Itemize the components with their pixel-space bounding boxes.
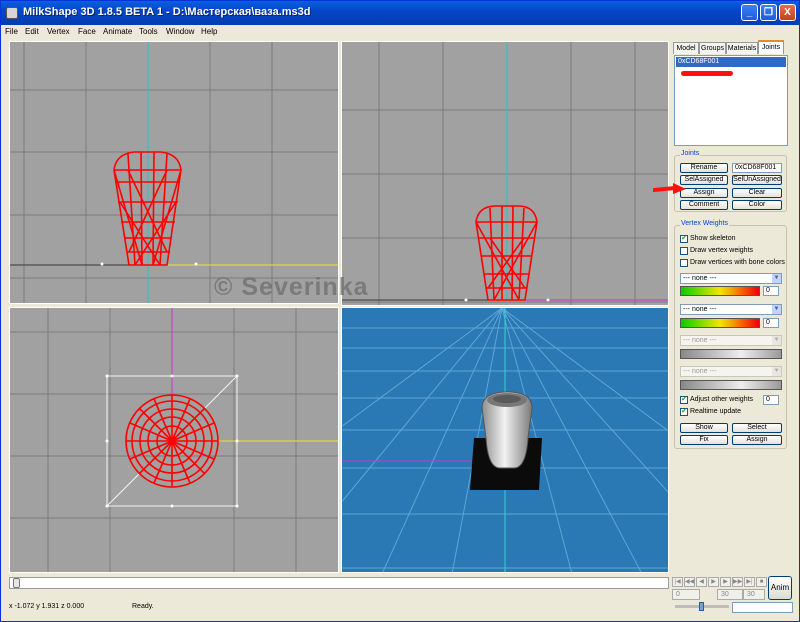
- anim-button[interactable]: Anim: [768, 576, 792, 600]
- draw-bone-colors-label: Draw vertices with bone colors: [690, 259, 785, 266]
- last-frame-icon[interactable]: ▶|: [744, 577, 755, 587]
- chevron-down-icon: ▼: [772, 336, 781, 345]
- first-frame-icon[interactable]: |◀: [672, 577, 683, 587]
- viewport-front[interactable]: [9, 41, 339, 304]
- rename-button[interactable]: Rename: [680, 163, 728, 173]
- viewport-3d[interactable]: [341, 307, 669, 573]
- menu-edit[interactable]: Edit: [25, 27, 39, 36]
- timeline-thumb[interactable]: [13, 578, 20, 588]
- menu-help[interactable]: Help: [201, 27, 217, 36]
- bone-select-3[interactable]: --- none --- ▼: [680, 335, 782, 346]
- adjust-other-weights-label: Adjust other weights: [690, 396, 754, 403]
- side-panel: Model Groups Materials Joints 0xCD68F001…: [671, 40, 791, 573]
- clear-button[interactable]: Clear: [732, 188, 782, 198]
- weight-slider-4: [680, 380, 782, 390]
- status-bar: x -1.072 y 1.931 z 0.000 Ready.: [1, 601, 799, 615]
- fix-button[interactable]: Fix: [680, 435, 728, 445]
- window-title: MilkShape 3D 1.8.5 BETA 1 - D:\Мастерска…: [23, 6, 311, 18]
- bone-select-2-value: --- none ---: [683, 306, 717, 313]
- front-view-scene: [10, 42, 338, 303]
- red-highlight-mark: [681, 71, 733, 76]
- milkshape-window: MilkShape 3D 1.8.5 BETA 1 - D:\Мастерска…: [0, 0, 800, 622]
- realtime-update-checkbox[interactable]: ✔: [680, 408, 688, 416]
- zoom-slider-thumb[interactable]: [699, 602, 704, 611]
- bone-select-3-value: --- none ---: [683, 337, 717, 344]
- status-coordinates: x -1.072 y 1.931 z 0.000: [9, 603, 85, 610]
- draw-vertex-weights-label: Draw vertex weights: [690, 247, 754, 254]
- color-button[interactable]: Color: [732, 200, 782, 210]
- zoom-slider[interactable]: [675, 602, 729, 611]
- menu-file[interactable]: File: [5, 27, 18, 36]
- red-arrow-annotation: [653, 183, 686, 194]
- sel-unassigned-button[interactable]: SelUnAssigned: [732, 175, 782, 185]
- stop-icon[interactable]: ■: [756, 577, 767, 587]
- tab-joints[interactable]: Joints: [758, 40, 784, 54]
- side-view-scene: [342, 42, 668, 305]
- menu-vertex[interactable]: Vertex: [47, 27, 70, 36]
- adjust-other-weights-checkbox[interactable]: ✔: [680, 396, 688, 404]
- joints-list[interactable]: 0xCD68F001: [674, 55, 788, 146]
- weight-slider-2[interactable]: [680, 318, 760, 328]
- weights-assign-button[interactable]: Assign: [732, 435, 782, 445]
- weight-slider-3: [680, 349, 782, 359]
- show-button[interactable]: Show: [680, 423, 728, 433]
- watermark: © Severinka: [214, 273, 369, 301]
- top-view-scene: [10, 308, 338, 572]
- status-field: [732, 602, 793, 613]
- bone-select-1-value: --- none ---: [683, 275, 717, 282]
- show-skeleton-label: Show skeleton: [690, 235, 736, 242]
- bone-select-4-value: --- none ---: [683, 368, 717, 375]
- tab-groups[interactable]: Groups: [699, 42, 726, 54]
- minimize-button[interactable]: _: [741, 4, 758, 21]
- bone-select-1[interactable]: --- none --- ▼: [680, 273, 782, 284]
- maximize-button[interactable]: ❐: [760, 4, 777, 21]
- menu-face[interactable]: Face: [78, 27, 96, 36]
- joints-group: Joints Rename 0xCD68F001 SelAssigned Sel…: [674, 150, 787, 212]
- joint-name-field[interactable]: 0xCD68F001: [732, 163, 782, 173]
- tab-model[interactable]: Model: [673, 42, 699, 54]
- menu-window[interactable]: Window: [166, 27, 194, 36]
- app-icon: [6, 7, 18, 19]
- menu-animate[interactable]: Animate: [103, 27, 132, 36]
- start-frame-field[interactable]: 0: [672, 589, 700, 600]
- weight-slider-1[interactable]: [680, 286, 760, 296]
- viewport-side[interactable]: [341, 41, 669, 306]
- show-skeleton-checkbox[interactable]: ✔: [680, 235, 688, 243]
- tab-materials[interactable]: Materials: [726, 42, 758, 54]
- close-button[interactable]: X: [779, 4, 796, 21]
- current-frame-field[interactable]: 30: [717, 589, 743, 600]
- chevron-down-icon: ▼: [772, 274, 781, 283]
- chevron-down-icon: ▼: [772, 305, 781, 314]
- status-message: Ready.: [132, 603, 154, 610]
- prev-frame-icon[interactable]: ◀: [696, 577, 707, 587]
- menu-tools[interactable]: Tools: [139, 27, 158, 36]
- next-frame-icon[interactable]: ▶: [720, 577, 731, 587]
- select-button[interactable]: Select: [732, 423, 782, 433]
- vertex-weights-title: Vertex Weights: [680, 220, 729, 227]
- next-key-icon[interactable]: ▶▶: [732, 577, 743, 587]
- viewport-top[interactable]: [9, 307, 339, 573]
- joint-list-item[interactable]: 0xCD68F001: [676, 57, 786, 67]
- title-bar[interactable]: MilkShape 3D 1.8.5 BETA 1 - D:\Мастерска…: [1, 1, 799, 25]
- assign-button[interactable]: Assign: [680, 188, 728, 198]
- comment-button[interactable]: Comment: [680, 200, 728, 210]
- bone-select-4[interactable]: --- none --- ▼: [680, 366, 782, 377]
- draw-bone-colors-checkbox[interactable]: [680, 259, 688, 267]
- end-frame-field[interactable]: 30: [743, 589, 765, 600]
- draw-vertex-weights-checkbox[interactable]: [680, 247, 688, 255]
- weight-value-1[interactable]: 0: [763, 286, 779, 296]
- perspective-scene: [342, 308, 668, 572]
- play-icon[interactable]: ▶: [708, 577, 719, 587]
- joints-group-title: Joints: [680, 150, 701, 157]
- adjust-weights-value[interactable]: 0: [763, 395, 779, 405]
- timeline-slider[interactable]: [9, 577, 669, 589]
- realtime-update-label: Realtime update: [690, 408, 741, 415]
- sel-assigned-button[interactable]: SelAssigned: [680, 175, 728, 185]
- prev-key-icon[interactable]: ◀◀: [684, 577, 695, 587]
- weight-value-2[interactable]: 0: [763, 318, 779, 328]
- vertex-weights-group: Vertex Weights ✔ Show skeleton Draw vert…: [674, 220, 787, 449]
- bone-select-2[interactable]: --- none --- ▼: [680, 304, 782, 315]
- chevron-down-icon: ▼: [772, 367, 781, 376]
- menu-bar: File Edit Vertex Face Animate Tools Wind…: [1, 25, 799, 40]
